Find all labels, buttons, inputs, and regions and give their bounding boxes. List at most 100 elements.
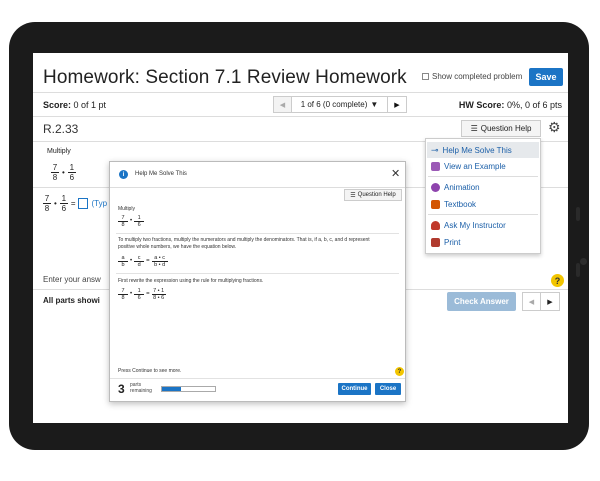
- prev-part-button[interactable]: ◀: [522, 292, 541, 311]
- operator: •: [130, 218, 133, 225]
- chevron-right-icon: ▶: [394, 101, 400, 109]
- parts-progress-bar: [161, 386, 216, 392]
- fraction: 78: [43, 194, 51, 213]
- fraction: ab: [118, 255, 128, 268]
- fraction: 16: [134, 215, 145, 228]
- gear-icon[interactable]: ⚙: [548, 119, 561, 136]
- check-answer-button[interactable]: Check Answer: [447, 292, 516, 311]
- dialog-question-help-label: Question Help: [357, 192, 396, 198]
- menu-item-label: Print: [444, 237, 461, 247]
- menu-item-label: Help Me Solve This: [442, 145, 512, 155]
- question-selector-label: 1 of 6 (0 complete): [300, 100, 368, 109]
- help-me-solve-dialog: i Help Me Solve This ✕ ☰ Question Help M…: [109, 161, 406, 402]
- answer-expression: 78 • 16 = (Typ: [43, 194, 107, 213]
- dialog-multiply-label: Multiply: [118, 206, 135, 212]
- question-help-button[interactable]: ☰ Question Help: [461, 120, 541, 137]
- divider: [33, 92, 568, 93]
- fraction: 16: [59, 194, 68, 213]
- print-icon: [431, 237, 440, 247]
- denominator: 6: [69, 173, 75, 182]
- divider: [33, 116, 568, 117]
- fraction: 16: [134, 288, 145, 301]
- equals: =: [70, 199, 76, 208]
- close-button[interactable]: Close: [375, 383, 401, 395]
- menu-item-print[interactable]: Print: [427, 234, 539, 250]
- caret-down-icon: ▼: [370, 100, 379, 109]
- dialog-question-help-button[interactable]: ☰ Question Help: [344, 189, 402, 201]
- help-icon[interactable]: ?: [395, 367, 404, 376]
- equals: =: [146, 291, 150, 298]
- numerator: 7: [52, 163, 58, 172]
- answer-input[interactable]: [78, 198, 89, 209]
- menu-item-animation[interactable]: Animation: [427, 179, 539, 195]
- denominator: 8: [121, 221, 125, 228]
- dialog-title: Help Me Solve This: [135, 171, 187, 177]
- side-button: [576, 207, 580, 221]
- fraction: 78: [118, 215, 128, 228]
- denominator: b • d: [154, 261, 166, 268]
- divider: [110, 378, 405, 379]
- chevron-right-icon: ▶: [547, 298, 553, 306]
- continue-button[interactable]: Continue: [338, 383, 371, 395]
- fraction: 78: [51, 163, 59, 182]
- animation-icon: [431, 182, 440, 192]
- press-continue-text: Press Continue to see more.: [118, 368, 182, 374]
- rewritten-expression: 78 • 16 = 7 • 18 • 6: [118, 288, 166, 301]
- question-selector[interactable]: 1 of 6 (0 complete) ▼: [292, 96, 388, 113]
- list-icon: ☰: [350, 192, 356, 199]
- menu-item-label: Animation: [444, 182, 480, 192]
- dialog-header: i Help Me Solve This ✕: [110, 162, 405, 188]
- next-part-button[interactable]: ▶: [541, 292, 560, 311]
- save-button[interactable]: Save: [529, 68, 563, 86]
- page-title: Homework: Section 7.1 Review Homework: [43, 67, 407, 88]
- score-row: Score: 0 of 1 pt ◀ 1 of 6 (0 complete) ▼…: [33, 96, 568, 116]
- denominator: 8: [121, 294, 125, 301]
- score-label: Score:: [43, 100, 72, 110]
- denominator: d: [137, 261, 141, 268]
- equals: =: [146, 258, 150, 265]
- question-id: R.2.33: [43, 122, 79, 136]
- key-icon: ⊸: [431, 144, 439, 155]
- denominator: 6: [137, 221, 141, 228]
- answer-hint: (Typ: [91, 199, 108, 208]
- fraction: 16: [67, 163, 76, 182]
- menu-item-label: View an Example: [444, 161, 506, 171]
- denominator: b: [121, 261, 125, 268]
- denominator: 6: [61, 204, 67, 213]
- menu-item-ask-instructor[interactable]: Ask My Instructor: [427, 217, 539, 233]
- show-completed-toggle[interactable]: Show completed problem: [422, 72, 522, 81]
- hw-score: HW Score: 0%, 0 of 6 pts: [459, 100, 562, 110]
- book-icon: [431, 199, 440, 209]
- operator: •: [54, 199, 57, 208]
- multiply-label: Multiply: [47, 148, 71, 155]
- side-button: [576, 263, 580, 277]
- parts-progress-fill: [162, 387, 181, 391]
- fraction: 7 • 18 • 6: [151, 288, 166, 301]
- close-icon[interactable]: ✕: [391, 167, 400, 180]
- dialog-expression: 78 • 16: [118, 215, 145, 228]
- dialog-step-text: To multiply two fractions, multiply the …: [118, 237, 370, 250]
- parts-remaining-label: parts remaining: [130, 382, 152, 394]
- prev-question-button[interactable]: ◀: [273, 96, 292, 113]
- score-value: 0 of 1 pt: [73, 100, 107, 110]
- menu-divider: [428, 214, 538, 215]
- operator: •: [130, 258, 133, 265]
- chevron-left-icon: ◀: [528, 298, 535, 306]
- instructor-icon: [431, 220, 440, 230]
- menu-item-help-me-solve[interactable]: ⊸ Help Me Solve This: [427, 142, 539, 158]
- menu-item-view-example[interactable]: View an Example: [427, 158, 539, 174]
- menu-item-textbook[interactable]: Textbook: [427, 196, 539, 212]
- question-help-menu: ⊸ Help Me Solve This View an Example Ani…: [425, 138, 541, 254]
- hw-score-value: 0%, 0 of 6 pts: [506, 100, 562, 110]
- divider: [116, 273, 399, 274]
- menu-item-label: Textbook: [444, 199, 477, 209]
- list-icon: ☰: [470, 124, 478, 133]
- menu-divider: [428, 176, 538, 177]
- example-icon: [431, 161, 440, 171]
- next-question-button[interactable]: ▶: [388, 96, 407, 113]
- show-completed-checkbox[interactable]: [422, 73, 429, 80]
- enter-answer-text: Enter your answ: [43, 275, 101, 284]
- help-icon[interactable]: ?: [551, 274, 564, 287]
- screen: Homework: Section 7.1 Review Homework Sh…: [33, 53, 568, 423]
- fraction: cd: [134, 255, 145, 268]
